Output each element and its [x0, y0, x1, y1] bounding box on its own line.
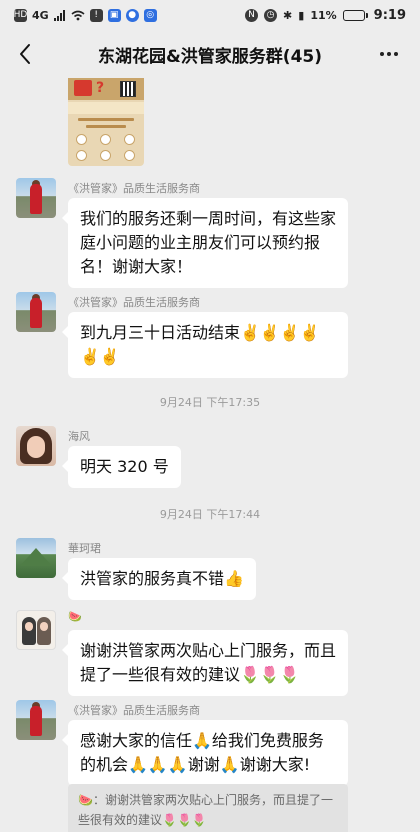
sender-name: 《洪管家》品质生活服务商	[68, 704, 200, 717]
notification-icon: !	[89, 8, 103, 22]
avatar[interactable]	[16, 700, 56, 740]
message-bubble[interactable]: 我们的服务还剩一周时间，有这些家庭小问题的业主朋友们可以预约报名！谢谢大家！	[62, 198, 348, 288]
status-left: HD 4G ! ▣ ● ◎	[13, 8, 157, 22]
wifi-icon	[71, 10, 85, 20]
more-options-button[interactable]	[374, 40, 404, 68]
sender-name: 《洪管家》品质生活服务商	[68, 182, 200, 195]
chat-title: 东湖花园&洪管家服务群(45)	[97, 46, 323, 67]
sender-name: 華珂珺	[68, 542, 101, 555]
app-notification-icon: ▣	[107, 8, 121, 22]
battery-icon	[342, 9, 368, 21]
message-bubble[interactable]: 谢谢洪管家两次贴心上门服务，而且提了一些很有效的建议🌷🌷🌷	[62, 630, 348, 696]
chat-header: 东湖花园&洪管家服务群(45)	[0, 30, 420, 78]
sender-name: 海风	[68, 430, 90, 443]
avatar[interactable]	[16, 538, 56, 578]
app-notification-icon: ●	[125, 8, 139, 22]
back-button[interactable]	[10, 38, 40, 70]
qr-code-icon	[120, 81, 136, 97]
quoted-message[interactable]: 🍉：谢谢洪管家两次贴心上门服务，而且提了一些很有效的建议🌷🌷🌷	[68, 784, 348, 832]
status-right: N ◷ ✱ ▮ 11% 9:19	[245, 8, 406, 23]
timestamp: 9月24日 下午17:44	[159, 508, 261, 521]
message-bubble[interactable]: 明天 320 号	[62, 446, 181, 488]
alarm-icon: ◷	[264, 8, 278, 22]
message-bubble[interactable]: 到九月三十日活动结束✌️✌️✌️✌️✌️✌️	[62, 312, 348, 378]
nfc-icon: N	[245, 8, 259, 22]
battery-percent: 11%	[310, 8, 337, 22]
signal-icon	[53, 9, 65, 21]
network-generation: 4G	[32, 8, 49, 22]
avatar[interactable]	[16, 292, 56, 332]
status-bar: HD 4G ! ▣ ● ◎ N ◷ ✱ ▮ 11% 9:19	[0, 0, 420, 30]
hd-icon: HD	[13, 8, 28, 22]
avatar[interactable]	[16, 610, 56, 650]
avatar[interactable]	[16, 178, 56, 218]
message-bubble[interactable]: 感谢大家的信任🙏给我们免费服务的机会🙏🙏🙏谢谢🙏谢谢大家!	[62, 720, 348, 786]
bluetooth-icon: ✱	[283, 8, 293, 22]
clock: 9:19	[373, 7, 406, 23]
poster-image[interactable]: ?	[68, 78, 144, 166]
sender-name: 《洪管家》品质生活服务商	[68, 296, 200, 309]
sender-name: 🍉	[68, 610, 82, 623]
timestamp: 9月24日 下午17:35	[159, 396, 261, 409]
vibrate-icon: ▮	[298, 8, 305, 22]
app-notification-icon: ◎	[143, 8, 157, 22]
avatar[interactable]	[16, 426, 56, 466]
chevron-left-icon	[20, 44, 30, 64]
message-bubble[interactable]: 洪管家的服务真不错👍	[62, 558, 256, 600]
more-horizontal-icon	[380, 52, 384, 56]
